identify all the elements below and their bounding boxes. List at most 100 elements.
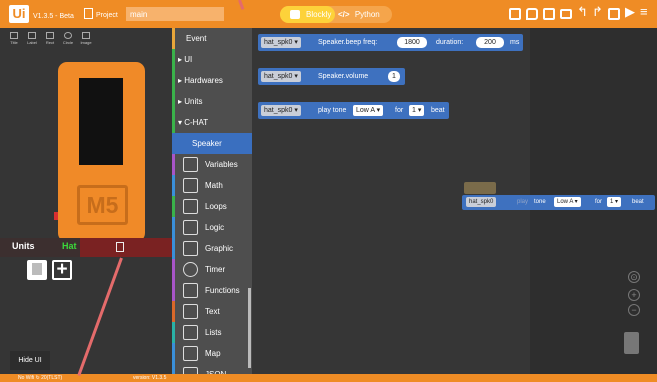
play-icon[interactable]: ▶ [625, 5, 635, 19]
project-name-input[interactable] [126, 7, 224, 21]
category-color [172, 28, 175, 49]
map-icon [183, 346, 198, 361]
math-icon [183, 178, 198, 193]
zoom-in-icon[interactable]: + [628, 289, 640, 301]
code-icon: </> [338, 10, 350, 19]
category-color [172, 238, 175, 259]
duration-input[interactable]: 200 [476, 37, 504, 48]
note-dropdown[interactable]: Low A ▾ [353, 105, 384, 116]
device-logo: M5 [77, 185, 128, 225]
functions-icon [183, 283, 198, 298]
examples-icon[interactable] [509, 8, 521, 20]
lists-icon [183, 325, 198, 340]
category-color [172, 280, 175, 301]
note-dropdown[interactable]: Low A ▾ [554, 197, 581, 207]
category-scrollbar[interactable] [248, 288, 251, 368]
speaker-beep-block[interactable]: hat_spk0 ▾ Speaker.beep freq: 1800 durat… [258, 34, 523, 51]
block-text: play [517, 199, 529, 205]
category-graphic[interactable]: Graphic [172, 238, 252, 259]
device-button [54, 212, 58, 220]
hat-dropdown[interactable]: hat_spk0 ▾ [261, 71, 301, 82]
category-c-hat[interactable]: ▾ C-HAT [172, 112, 252, 133]
unit-remove-area [80, 238, 172, 257]
blockly-workspace[interactable]: hat_spk0 ▾ Speaker.beep freq: 1800 durat… [252, 28, 657, 374]
add-unit-button[interactable]: + [52, 260, 72, 280]
beats-dropdown[interactable]: 1 ▾ [607, 197, 622, 207]
circle-tool-icon [64, 32, 72, 39]
hat-dropdown[interactable]: hat_spk0 ▾ [261, 105, 301, 116]
play-tone-block[interactable]: hat_spk0 ▾ play tone Low A ▾ for 1 ▾ bea… [258, 102, 449, 119]
category-timer[interactable]: Timer [172, 259, 252, 280]
zoom-out-icon[interactable]: − [628, 304, 640, 316]
category-map[interactable]: Map [172, 343, 252, 364]
ui-tools: Title Label Rect Circle Image [0, 28, 98, 48]
undo-icon[interactable]: ↰ [577, 5, 588, 19]
trash-icon[interactable] [624, 332, 639, 354]
category-text[interactable]: Text [172, 301, 252, 322]
category-ui[interactable]: ▸ UI [172, 49, 252, 70]
category-hardwares[interactable]: ▸ Hardwares [172, 70, 252, 91]
category-color [172, 196, 175, 217]
hat-dropdown[interactable]: hat_spk0 ▾ [261, 37, 301, 48]
ui-design-panel: Title Label Rect Circle Image M5 Units H… [0, 28, 172, 374]
beats-dropdown[interactable]: 1 ▾ [409, 105, 425, 116]
units-label: Units [12, 241, 35, 251]
block-text: ms [510, 39, 520, 46]
rect-tool[interactable]: Rect [42, 31, 58, 47]
rect-tool-icon [46, 32, 54, 39]
speaker-volume-block[interactable]: hat_spk0 ▾ Speaker.volume 1 [258, 68, 405, 85]
block-text: duration: [436, 39, 464, 46]
category-color [172, 322, 175, 343]
save-icon[interactable] [543, 8, 555, 20]
category-units[interactable]: ▸ Units [172, 91, 252, 112]
category-math[interactable]: Math [172, 175, 252, 196]
label-tool-icon [28, 32, 36, 39]
blockly-mode-button[interactable]: Blockly [280, 6, 335, 23]
hat-dropdown[interactable]: hat_spk0 [466, 197, 497, 207]
hat-unit-label[interactable]: Hat [62, 241, 77, 251]
category-color [172, 70, 175, 91]
zoom-reset-icon[interactable]: ⊙ [628, 271, 640, 283]
redo-icon[interactable]: ↱ [592, 5, 603, 19]
category-color [172, 259, 175, 280]
category-speaker[interactable]: Speaker [172, 133, 252, 154]
flyout-play-tone-block[interactable]: hat_spk0 play tone Low A ▾ for 1 ▾ beat [462, 195, 655, 210]
graphic-icon [183, 241, 198, 256]
block-category-list: Event ▸ UI ▸ Hardwares ▸ Units ▾ C-HAT S… [172, 28, 252, 382]
folder-icon[interactable] [560, 9, 572, 19]
device-screen[interactable] [79, 78, 123, 165]
category-variables[interactable]: Variables [172, 154, 252, 175]
category-color [172, 175, 175, 196]
category-event[interactable]: Event [172, 28, 252, 49]
window-icon[interactable] [608, 8, 620, 20]
top-bar: Ui V1.3.5 - Beta Project Blockly </> Pyt… [0, 0, 657, 28]
category-loops[interactable]: Loops [172, 196, 252, 217]
project-label: Project [96, 12, 118, 19]
mode-toggle[interactable]: Blockly </> Python [280, 6, 392, 23]
status-bar: No Wifi ↻ 20(TLST) version: V1.3.5 [0, 374, 657, 382]
variables-icon [183, 157, 198, 172]
python-mode-button[interactable]: </> Python [338, 6, 380, 23]
blockly-label: Blockly [306, 10, 332, 19]
category-color [172, 343, 175, 364]
block-text: for [395, 107, 404, 114]
category-functions[interactable]: Functions [172, 280, 252, 301]
category-color [172, 91, 175, 112]
hat-unit-thumbnail[interactable] [27, 260, 47, 280]
freq-input[interactable]: 1800 [397, 37, 427, 48]
units-bar: Units Hat [0, 238, 172, 257]
category-color [172, 154, 175, 175]
trash-icon[interactable] [116, 242, 124, 252]
hide-ui-button[interactable]: Hide UI [10, 351, 50, 370]
block-text: Speaker.volume [318, 73, 369, 80]
volume-input[interactable]: 1 [388, 71, 400, 82]
category-lists[interactable]: Lists [172, 322, 252, 343]
circle-tool[interactable]: Circle [60, 31, 76, 47]
category-logic[interactable]: Logic [172, 217, 252, 238]
comment-icon[interactable] [526, 8, 538, 20]
image-tool[interactable]: Image [78, 31, 94, 47]
label-tool[interactable]: Label [24, 31, 40, 47]
title-tool[interactable]: Title [6, 31, 22, 47]
menu-icon[interactable]: ≡ [640, 5, 648, 19]
app-window: Ui V1.3.5 - Beta Project Blockly </> Pyt… [0, 0, 657, 382]
